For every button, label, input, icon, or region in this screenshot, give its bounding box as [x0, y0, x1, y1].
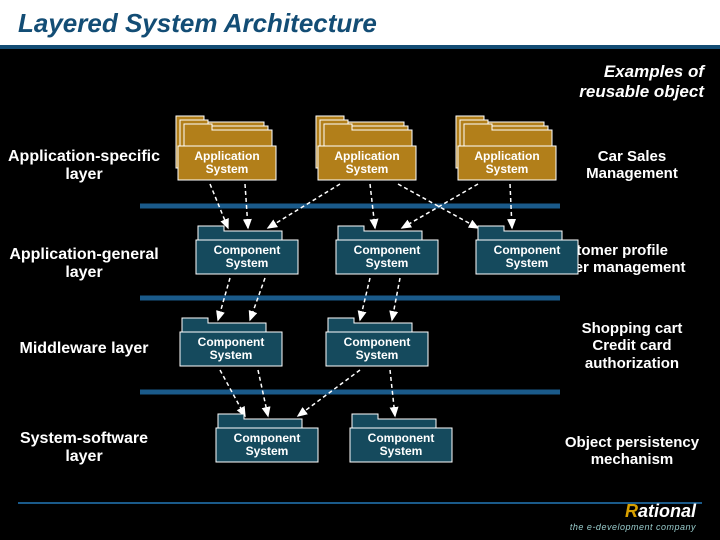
architecture-diagram: ApplicationSystem ApplicationSystem Appl… [0, 0, 720, 540]
comp-middleware-1: ComponentSystem [180, 318, 282, 366]
app-box-2: ApplicationSystem [316, 116, 416, 180]
app-box-3: ApplicationSystem [456, 116, 556, 180]
brand-tagline: the e-development company [570, 522, 696, 532]
comp-system-2: ComponentSystem [350, 414, 452, 462]
footer: Rational the e-development company [570, 501, 696, 532]
comp-general-2: ComponentSystem [336, 226, 438, 274]
brand-prefix: R [625, 501, 638, 521]
comp-system-1: ComponentSystem [216, 414, 318, 462]
comp-middleware-2: ComponentSystem [326, 318, 428, 366]
comp-general-3: ComponentSystem [476, 226, 578, 274]
app-box-1: ApplicationSystem [176, 116, 276, 180]
brand-logo: Rational [570, 501, 696, 522]
dep-arrow [510, 184, 512, 228]
brand-rest: ational [638, 501, 696, 521]
comp-general-1: ComponentSystem [196, 226, 298, 274]
